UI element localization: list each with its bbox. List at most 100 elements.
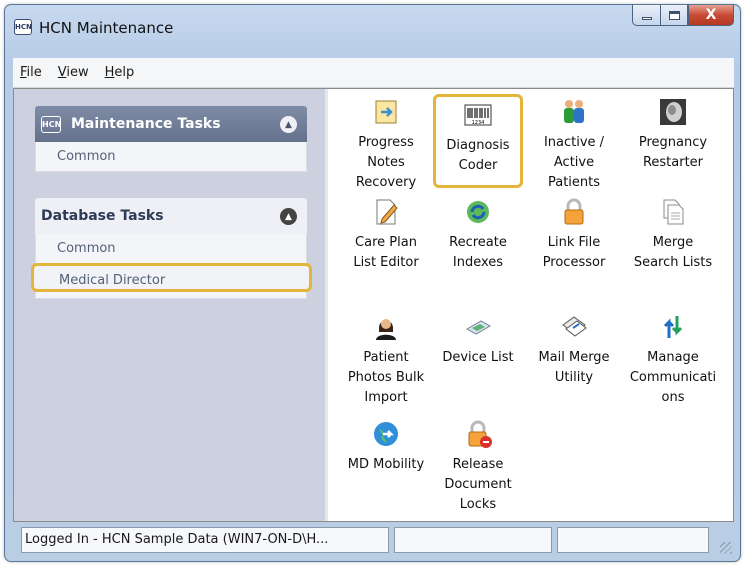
tool-mail-merge-utility[interactable]: Mail Merge Utility [526, 312, 622, 388]
mail-merge-icon [559, 312, 589, 342]
status-cell-3 [557, 527, 709, 553]
tool-manage-communications[interactable]: Manage Communicati ons [620, 312, 726, 408]
tool-label-line: Coder [458, 158, 498, 173]
minimize-icon [641, 17, 652, 20]
database-tasks-body: Common Medical Director [31, 234, 312, 299]
edit-document-icon [371, 197, 401, 227]
task-common-database[interactable]: Common [36, 234, 306, 263]
caption-buttons: X [632, 5, 734, 26]
menu-bar: File View Help [13, 58, 734, 88]
menu-view[interactable]: View [58, 65, 89, 80]
tool-label-line: Utility [554, 370, 594, 385]
task-medical-director[interactable]: Medical Director [31, 263, 312, 292]
barcode-icon: 1234 [463, 100, 493, 130]
device-icon [463, 312, 493, 342]
tool-patient-photos-bulk-import[interactable]: Patient Photos Bulk Import [338, 312, 434, 408]
tool-link-file-processor[interactable]: Link File Processor [526, 197, 622, 273]
maximize-button[interactable] [660, 5, 688, 26]
tool-care-plan-list-editor[interactable]: Care Plan List Editor [338, 197, 434, 273]
status-login: Logged In - HCN Sample Data (WIN7-ON-D\H… [21, 527, 389, 553]
barcode-number: 1234 [472, 120, 485, 126]
task-pane: HCN Maintenance Tasks ▲ Common Database … [14, 89, 325, 521]
menu-help[interactable]: Help [105, 65, 135, 80]
app-icon: HCN [14, 19, 32, 35]
tool-label-line: Import [364, 390, 408, 405]
resize-grip-icon[interactable] [720, 542, 732, 554]
tool-md-mobility[interactable]: MD Mobility [338, 419, 434, 475]
patients-icon [559, 97, 589, 127]
tool-label-line: Recovery [355, 175, 417, 190]
tool-label-line: Link File [547, 235, 601, 250]
menu-file-rest: ile [26, 65, 42, 80]
tool-label-line: Photos Bulk [347, 370, 425, 385]
globe-icon [371, 419, 401, 449]
menu-view-rest: iew [66, 65, 89, 80]
menu-file[interactable]: File [20, 65, 42, 80]
ultrasound-icon [658, 97, 688, 127]
tool-diagnosis-coder[interactable]: 1234 Diagnosis Coder [433, 94, 523, 188]
tool-label-line: Active [553, 155, 595, 170]
tool-label-line: Document [444, 477, 512, 492]
close-button[interactable]: X [688, 5, 734, 26]
hcn-icon: HCN [41, 115, 61, 133]
maintenance-tasks-title: Maintenance Tasks [71, 116, 221, 132]
lock-remove-icon [463, 419, 493, 449]
tool-pregnancy-restarter[interactable]: Pregnancy Restarter [620, 97, 726, 173]
tool-label-line: ons [661, 390, 685, 405]
documents-icon [658, 197, 688, 227]
database-tasks-panel: Database Tasks ▲ Common Medical Director [31, 198, 312, 299]
tool-merge-search-lists[interactable]: Merge Search Lists [620, 197, 726, 273]
maintenance-tasks-panel: HCN Maintenance Tasks ▲ Common [35, 106, 307, 172]
tool-label-line: Notes [367, 155, 405, 170]
tool-label-line: Mail Merge [538, 350, 610, 365]
tool-label-line: Inactive / [543, 135, 605, 150]
notes-recovery-icon [371, 97, 401, 127]
tool-label-line: Release [452, 457, 504, 472]
tool-label-line: Restarter [642, 155, 704, 170]
tool-progress-notes-recovery[interactable]: Progress Notes Recovery [338, 97, 434, 193]
tool-label-line: Care Plan [355, 235, 417, 250]
client-area: HCN Maintenance Tasks ▲ Common Database … [13, 88, 734, 522]
tool-inactive-active-patients[interactable]: Inactive / Active Patients [526, 97, 622, 193]
status-cell-2 [394, 527, 552, 553]
arrows-icon [658, 312, 688, 342]
tool-label-line: Merge [652, 235, 694, 250]
tool-label-line: Device List [442, 350, 514, 365]
status-bar: Logged In - HCN Sample Data (WIN7-ON-D\H… [13, 524, 734, 556]
maintenance-tasks-header[interactable]: HCN Maintenance Tasks ▲ [35, 106, 307, 142]
recreate-icon [463, 197, 493, 227]
window-title: HCN Maintenance [39, 19, 174, 37]
tool-label-line: Manage [647, 350, 699, 365]
maintenance-tasks-body: Common [35, 142, 307, 172]
minimize-button[interactable] [632, 5, 660, 26]
maximize-icon [668, 10, 680, 20]
tool-label-line: Patient [363, 350, 409, 365]
menu-help-accel: H [104, 65, 115, 80]
collapse-icon[interactable]: ▲ [280, 116, 297, 133]
close-icon: X [705, 7, 717, 23]
tool-device-list[interactable]: Device List [430, 312, 526, 368]
tool-label-line: MD Mobility [347, 457, 425, 472]
app-window: HCN HCN Maintenance X File View Help HCN… [4, 4, 741, 562]
tool-label-line: Locks [459, 497, 497, 512]
task-common-maintenance[interactable]: Common [36, 142, 306, 171]
menu-help-rest: elp [114, 65, 135, 80]
tool-recreate-indexes[interactable]: Recreate Indexes [430, 197, 526, 273]
tools-grid: Progress Notes Recovery 1234 Diagnosis C… [328, 89, 733, 521]
tool-label-line: Recreate [449, 235, 507, 250]
tool-label-line: Pregnancy [638, 135, 708, 150]
lock-icon [559, 197, 589, 227]
tool-label-line: Patients [547, 175, 601, 190]
person-icon [371, 312, 401, 342]
title-bar[interactable]: HCN HCN Maintenance X [5, 5, 740, 49]
tool-label-line: List Editor [353, 255, 419, 270]
tool-label-line: Communicati [629, 370, 717, 385]
database-tasks-title: Database Tasks [41, 208, 164, 224]
database-tasks-header[interactable]: Database Tasks ▲ [35, 198, 307, 234]
tool-label-line: Processor [542, 255, 606, 270]
tool-release-document-locks[interactable]: Release Document Locks [430, 419, 526, 515]
tool-label-line: Indexes [452, 255, 504, 270]
collapse-icon[interactable]: ▲ [280, 208, 297, 225]
tool-label-line: Search Lists [633, 255, 713, 270]
tool-label-line: Diagnosis [446, 138, 510, 153]
